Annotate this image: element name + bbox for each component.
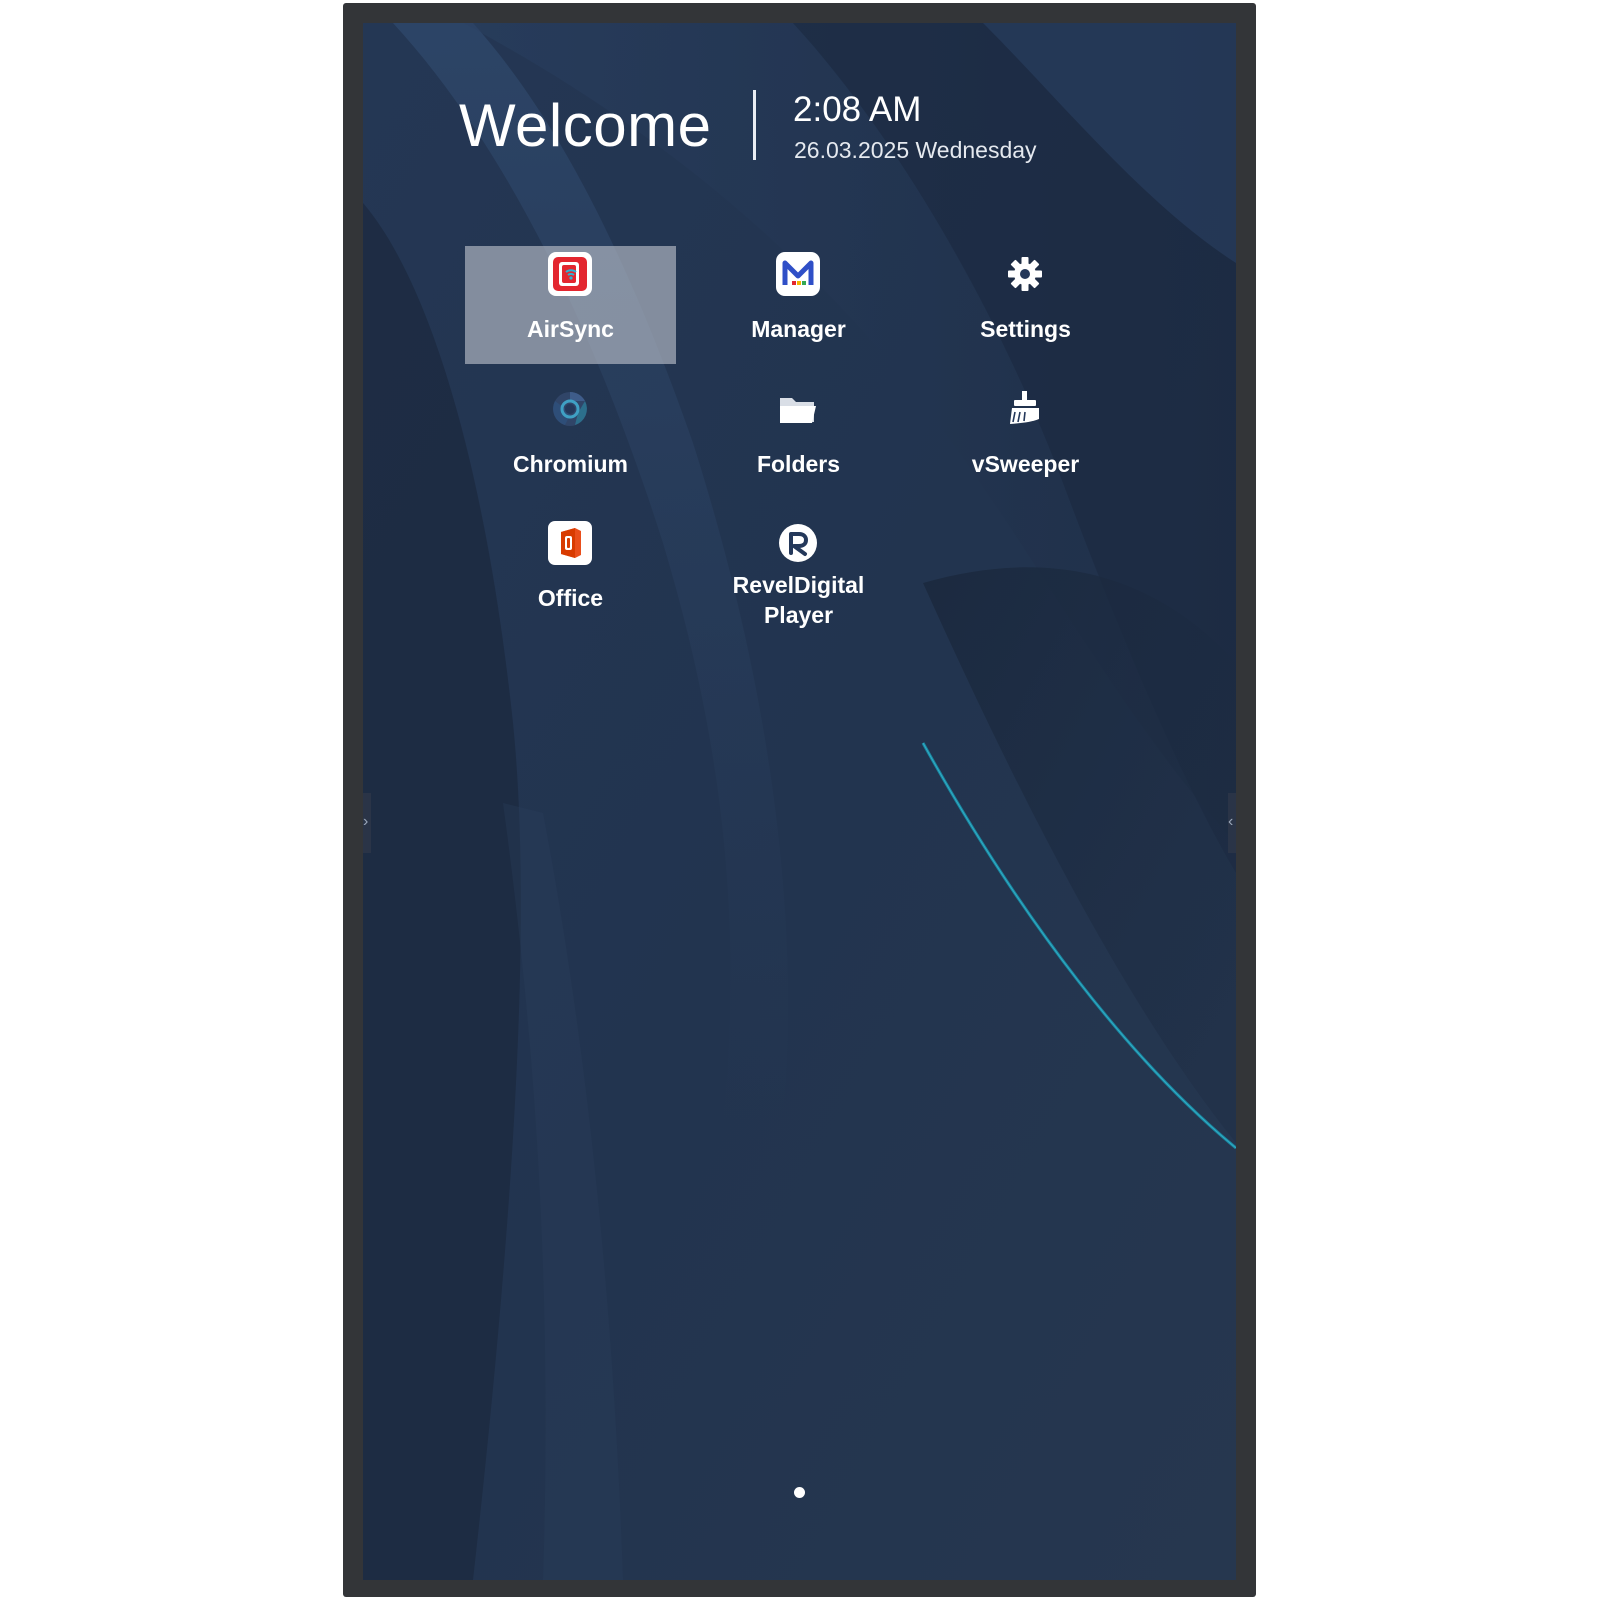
app-label: RevelDigital Player <box>732 572 865 628</box>
app-vsweeper[interactable]: vSweeper <box>920 381 1131 499</box>
broom-icon <box>1010 391 1039 424</box>
app-airsync[interactable]: AirSync <box>465 246 676 364</box>
chevron-right-icon: › <box>363 813 369 830</box>
app-label: Settings <box>980 316 1071 342</box>
reveldigital-icon <box>779 524 817 562</box>
app-label: Office <box>537 585 604 611</box>
app-settings[interactable]: Settings <box>920 246 1131 364</box>
app-folders[interactable]: Folders <box>693 381 904 499</box>
chromium-icon <box>553 392 587 426</box>
page-indicator-dot[interactable] <box>794 1487 805 1498</box>
app-label: vSweeper <box>971 451 1080 477</box>
header: Welcome 2:08 AM 26.03.2025 Wednesday <box>363 23 1236 223</box>
chevron-left-icon: ‹ <box>1228 813 1234 830</box>
folder-icon <box>780 398 816 423</box>
app-label: AirSync <box>527 316 614 342</box>
welcome-text: Welcome <box>459 92 712 159</box>
manager-icon <box>776 252 820 296</box>
app-label: Folders <box>756 451 841 477</box>
gear-icon <box>1008 257 1042 291</box>
app-label: Chromium <box>513 451 628 477</box>
app-manager[interactable]: Manager <box>693 246 904 364</box>
airsync-icon <box>548 252 592 296</box>
left-edge-handle[interactable]: › <box>363 793 371 853</box>
app-office[interactable]: Office <box>465 515 676 633</box>
display-bezel: Welcome 2:08 AM 26.03.2025 Wednesday Air… <box>343 3 1256 1597</box>
header-divider <box>753 90 756 160</box>
launcher-screen: Welcome 2:08 AM 26.03.2025 Wednesday Air… <box>363 23 1236 1580</box>
app-chromium[interactable]: Chromium <box>465 381 676 499</box>
clock-date: 26.03.2025 Wednesday <box>794 137 1037 163</box>
clock-time: 2:08 AM <box>793 90 922 129</box>
office-icon <box>548 521 592 565</box>
right-edge-handle[interactable]: ‹ <box>1228 793 1236 853</box>
app-label: Manager <box>751 316 846 342</box>
app-reveldigital-player[interactable]: RevelDigital Player <box>693 515 904 633</box>
